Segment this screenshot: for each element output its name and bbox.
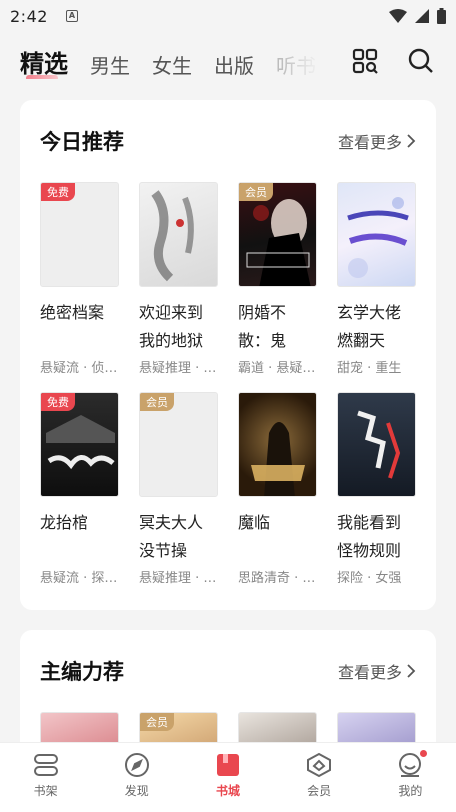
tab-male[interactable]: 男生 [90, 50, 130, 79]
unread-dot [420, 750, 428, 757]
search-icon[interactable] [408, 48, 434, 74]
book-cover [337, 182, 416, 287]
view-more-label: 查看更多 [337, 663, 402, 682]
book-cover: 会员 [139, 392, 218, 497]
view-more-link[interactable]: 查看更多 [338, 659, 416, 683]
nav-vip[interactable]: 会员 [284, 752, 354, 799]
view-more-label: 查看更多 [337, 133, 402, 152]
bottom-nav: 书架 发现 书城 会员 我的 [0, 742, 456, 812]
book-meta: 悬疑推理 · … [139, 571, 217, 586]
bookstore-icon [216, 754, 239, 776]
view-more-link[interactable]: 查看更多 [338, 129, 416, 153]
book-item[interactable]: 免费 龙抬棺 悬疑流 · 探… [40, 392, 119, 586]
status-bar: 2:42 A [0, 0, 456, 32]
vip-icon [307, 752, 332, 778]
tab-female[interactable]: 女生 [152, 50, 192, 79]
cover-art [347, 197, 409, 278]
book-cover [337, 392, 416, 497]
book-meta: 悬疑流 · 侦… [40, 361, 118, 376]
book-meta: 思路清奇 · … [238, 571, 316, 586]
book-meta: 悬疑推理 · … [139, 361, 217, 376]
book-item[interactable]: 欢迎来到我的地狱 悬疑推理 · … [139, 182, 218, 392]
tab-featured[interactable]: 精选 [20, 44, 68, 79]
vip-badge: 会员 [140, 713, 174, 731]
nav-label: 书架 [33, 784, 58, 798]
nav-label: 会员 [307, 784, 332, 798]
book-cover [139, 182, 218, 287]
status-time: 2:42 [10, 6, 48, 26]
nav-profile[interactable]: 我的 [375, 750, 445, 799]
category-grid-icon[interactable] [352, 48, 378, 74]
book-title: 龙抬棺 [40, 513, 89, 532]
book-cover: 免费 [40, 182, 119, 287]
free-badge: 免费 [41, 393, 75, 411]
section-title: 主编力荐 [40, 660, 124, 684]
book-item[interactable]: 会员 冥夫大人没节操 悬疑推理 · … [139, 392, 218, 586]
book-item[interactable]: 玄学大佬燃翻天 甜宠 · 重生 [337, 182, 416, 392]
book-title: 冥夫大人没节操 [139, 513, 204, 560]
compass-icon [124, 753, 149, 777]
bookshelf-icon [33, 754, 58, 776]
battery-icon [437, 8, 446, 24]
top-nav: 精选 男生 女生 出版 听书 [0, 36, 456, 86]
nav-bookstore[interactable]: 书城 [193, 752, 263, 799]
status-icons [389, 8, 446, 24]
section-title: 今日推荐 [40, 130, 124, 154]
book-title: 魔临 [238, 513, 271, 532]
cover-art [151, 190, 194, 282]
tab-publish[interactable]: 出版 [214, 50, 254, 79]
book-meta: 霸道 · 悬疑… [238, 361, 316, 376]
category-tabs: 精选 男生 女生 出版 听书 [0, 43, 320, 79]
book-cover [238, 392, 317, 497]
book-meta: 探险 · 女强 [337, 571, 402, 586]
nav-discover[interactable]: 发现 [102, 752, 172, 799]
book-title: 玄学大佬燃翻天 [337, 303, 402, 350]
chevron-right-icon [407, 134, 416, 148]
book-meta: 悬疑流 · 探… [40, 571, 118, 586]
book-title: 我能看到怪物规则 [337, 513, 402, 560]
book-meta: 甜宠 · 重生 [337, 361, 402, 376]
book-item[interactable]: 会员 阴婚不散：鬼夫… 霸道 · 悬疑… [238, 182, 317, 392]
book-title: 欢迎来到我的地狱 [139, 303, 204, 350]
cover-art [357, 410, 401, 479]
nav-bookshelf[interactable]: 书架 [11, 752, 81, 799]
book-cover: 免费 [40, 392, 119, 497]
wifi-icon [389, 9, 407, 23]
book-item[interactable]: 魔临 思路清奇 · … [238, 392, 317, 586]
vip-badge: 会员 [239, 183, 273, 201]
book-title: 阴婚不散：鬼夫… [238, 303, 287, 350]
nav-label: 我的 [398, 784, 423, 798]
cover-art [251, 422, 305, 496]
nav-label: 书城 [215, 784, 240, 798]
book-item[interactable]: 我能看到怪物规则 探险 · 女强 [337, 392, 416, 586]
book-item[interactable]: 免费 绝密档案 悬疑流 · 侦… [40, 182, 119, 392]
nav-label: 发现 [124, 784, 149, 798]
book-cover: 会员 [238, 182, 317, 287]
chevron-right-icon [407, 664, 416, 678]
book-title: 绝密档案 [40, 303, 105, 322]
vip-badge: 会员 [140, 393, 174, 411]
today-recommend-card: 今日推荐 查看更多 免费 绝密档案 悬疑流 · 侦… 欢迎来到我的地狱 悬疑推理… [20, 100, 436, 610]
notification-icon: A [65, 10, 78, 22]
cellular-icon [415, 9, 429, 23]
free-badge: 免费 [41, 183, 75, 201]
tabs-fade [280, 43, 320, 79]
